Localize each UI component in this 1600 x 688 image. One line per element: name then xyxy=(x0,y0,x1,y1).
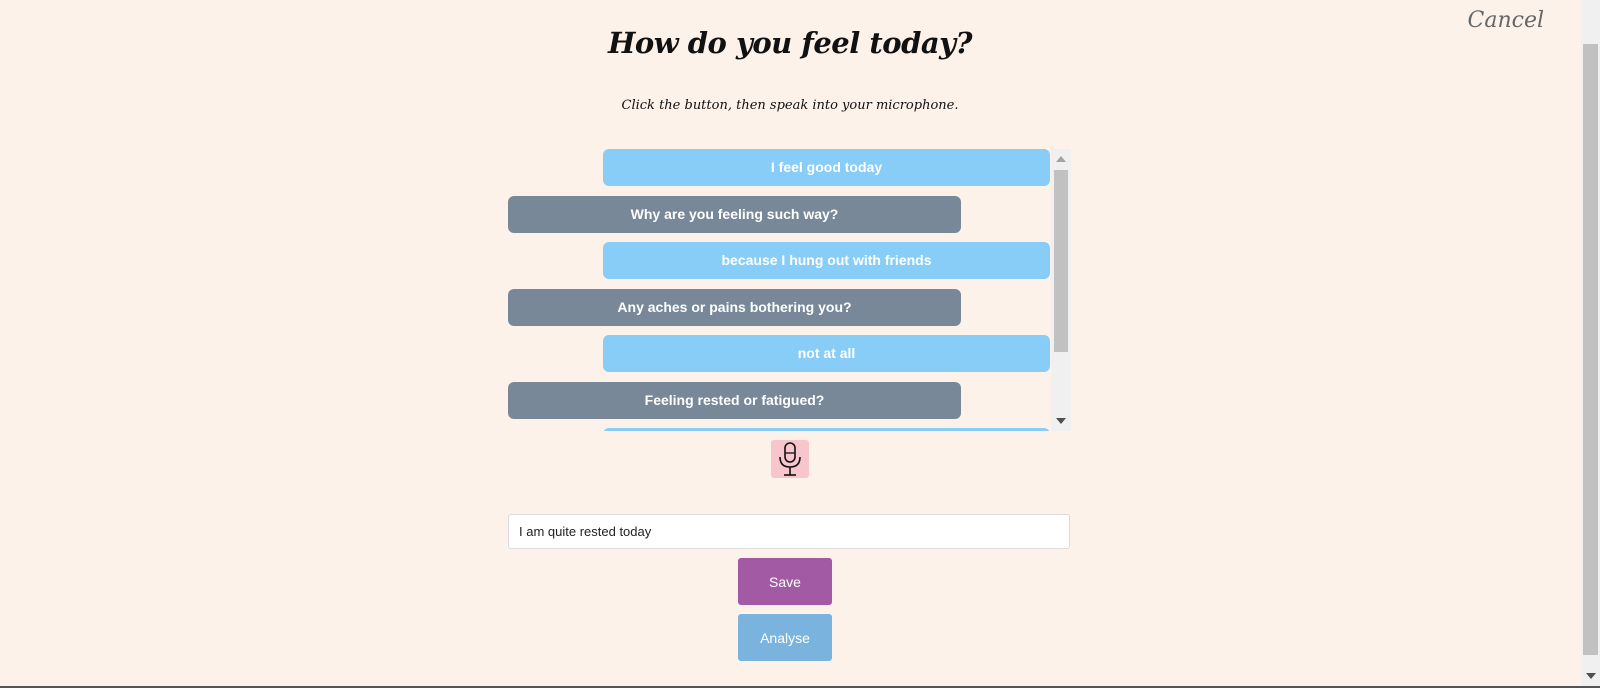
page: How do you feel today? Click the button,… xyxy=(0,0,1600,688)
bot-message-bubble: Why are you feeling such way? xyxy=(508,196,961,233)
user-message-bubble xyxy=(603,428,1050,431)
message-input[interactable] xyxy=(508,514,1070,549)
user-message-bubble: not at all xyxy=(603,335,1050,372)
microphone-button[interactable] xyxy=(771,440,809,478)
scroll-up-arrow-icon[interactable] xyxy=(1056,156,1066,162)
window-scroll-down-arrow-icon[interactable] xyxy=(1586,673,1596,679)
user-message-bubble: because I hung out with friends xyxy=(603,242,1050,279)
analyse-button[interactable]: Analyse xyxy=(738,614,832,661)
user-message-bubble: I feel good today xyxy=(603,149,1050,186)
bot-message-bubble: Feeling rested or fatigued? xyxy=(508,382,961,419)
scroll-down-arrow-icon[interactable] xyxy=(1056,418,1066,424)
chat-scroll-thumb[interactable] xyxy=(1054,170,1068,352)
page-title: How do you feel today? xyxy=(607,26,973,60)
microphone-icon xyxy=(779,442,801,476)
chat-container[interactable]: I feel good today Why are you feeling suc… xyxy=(508,149,1071,431)
window-scroll-thumb[interactable] xyxy=(1583,44,1598,655)
cancel-link[interactable]: Cancel xyxy=(1468,8,1545,33)
chat-scrollbar[interactable] xyxy=(1051,149,1071,431)
save-button[interactable]: Save xyxy=(738,558,832,605)
window-scrollbar[interactable] xyxy=(1581,0,1600,686)
bot-message-bubble: Any aches or pains bothering you? xyxy=(508,289,961,326)
page-subtitle: Click the button, then speak into your m… xyxy=(621,98,959,113)
